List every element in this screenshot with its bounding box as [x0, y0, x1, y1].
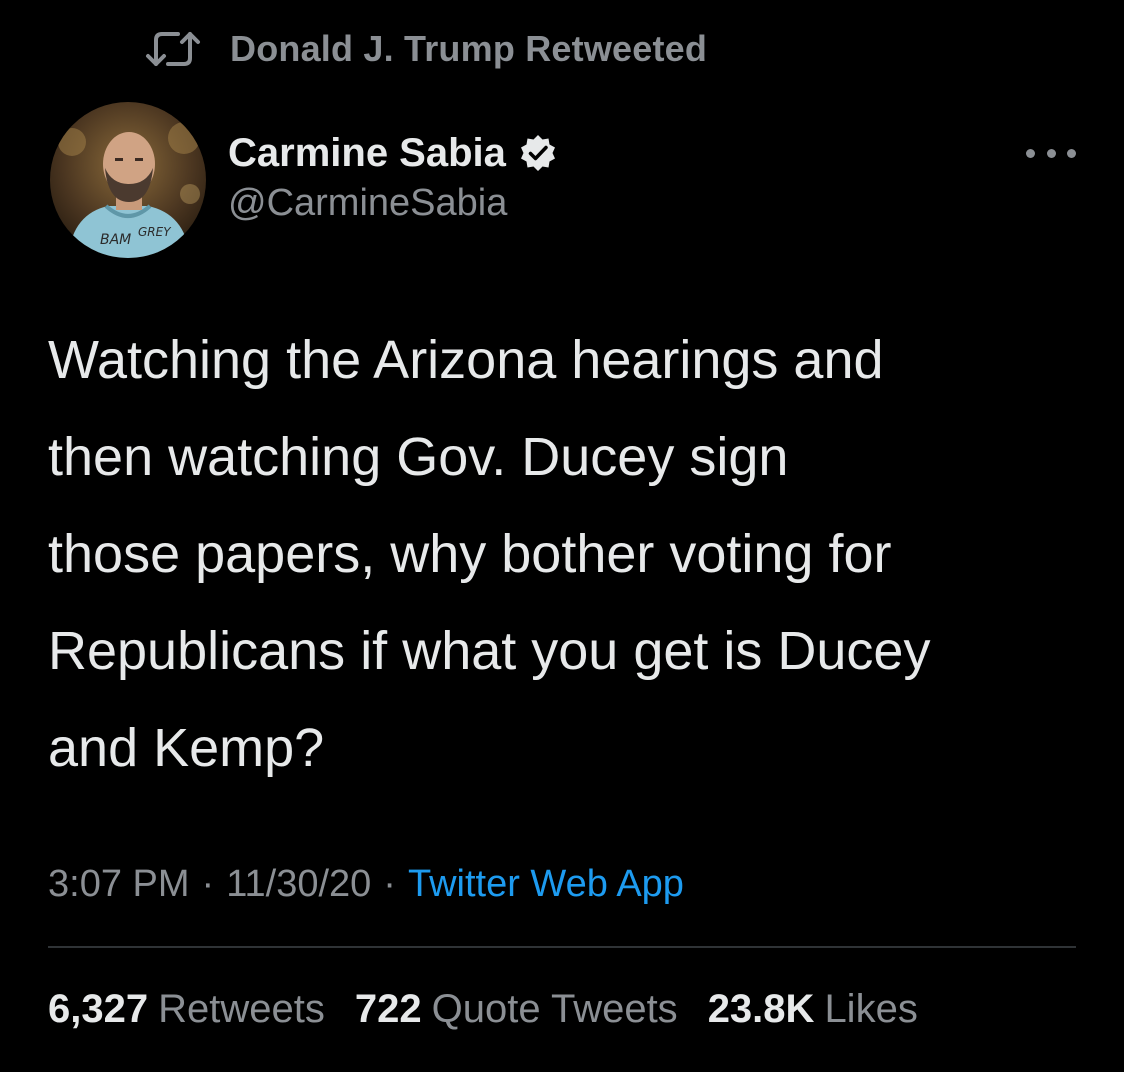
more-dot — [1067, 148, 1076, 158]
tweet-stats: 6,327 Retweets 722 Quote Tweets 23.8K Li… — [48, 982, 948, 1036]
meta-separator: · — [201, 862, 215, 905]
meta-separator: · — [383, 862, 396, 905]
divider — [48, 946, 1076, 948]
avatar[interactable]: BAM GREY — [50, 102, 206, 258]
author-handle[interactable]: @CarmineSabia — [228, 182, 507, 225]
retweets-label: Retweets — [158, 986, 325, 1031]
likes-count: 23.8K — [707, 986, 815, 1031]
svg-text:BAM: BAM — [100, 232, 131, 248]
quote-tweets-label: Quote Tweets — [431, 986, 678, 1031]
verified-badge-icon — [518, 133, 558, 173]
likes-stat[interactable]: 23.8K Likes — [708, 987, 918, 1032]
retweet-context[interactable]: Donald J. Trump Retweeted — [144, 26, 707, 72]
more-options-icon[interactable] — [1026, 138, 1076, 168]
tweet-date[interactable]: 11/30/20 — [226, 863, 371, 906]
tweet-text: Watching the Arizona hearings and then w… — [48, 330, 931, 778]
svg-text:GREY: GREY — [138, 225, 172, 239]
tweet-source-link[interactable]: Twitter Web App — [408, 863, 684, 906]
retweet-label: Donald J. Trump Retweeted — [230, 28, 708, 69]
tweet-time[interactable]: 3:07 PM — [48, 863, 190, 906]
quote-tweets-stat[interactable]: 722 Quote Tweets — [355, 987, 678, 1032]
likes-label: Likes — [824, 986, 918, 1031]
author-name-row[interactable]: Carmine Sabia — [228, 126, 558, 180]
retweet-icon — [144, 29, 204, 69]
more-dot — [1046, 148, 1056, 158]
more-dot — [1026, 148, 1035, 158]
tweet-meta: 3:07 PM · 11/30/20 · Twitter Web App — [48, 858, 684, 910]
retweets-count: 6,327 — [48, 986, 149, 1031]
quote-tweets-count: 722 — [354, 986, 422, 1031]
author-name[interactable]: Carmine Sabia — [228, 131, 506, 176]
retweets-stat[interactable]: 6,327 Retweets — [48, 987, 325, 1032]
